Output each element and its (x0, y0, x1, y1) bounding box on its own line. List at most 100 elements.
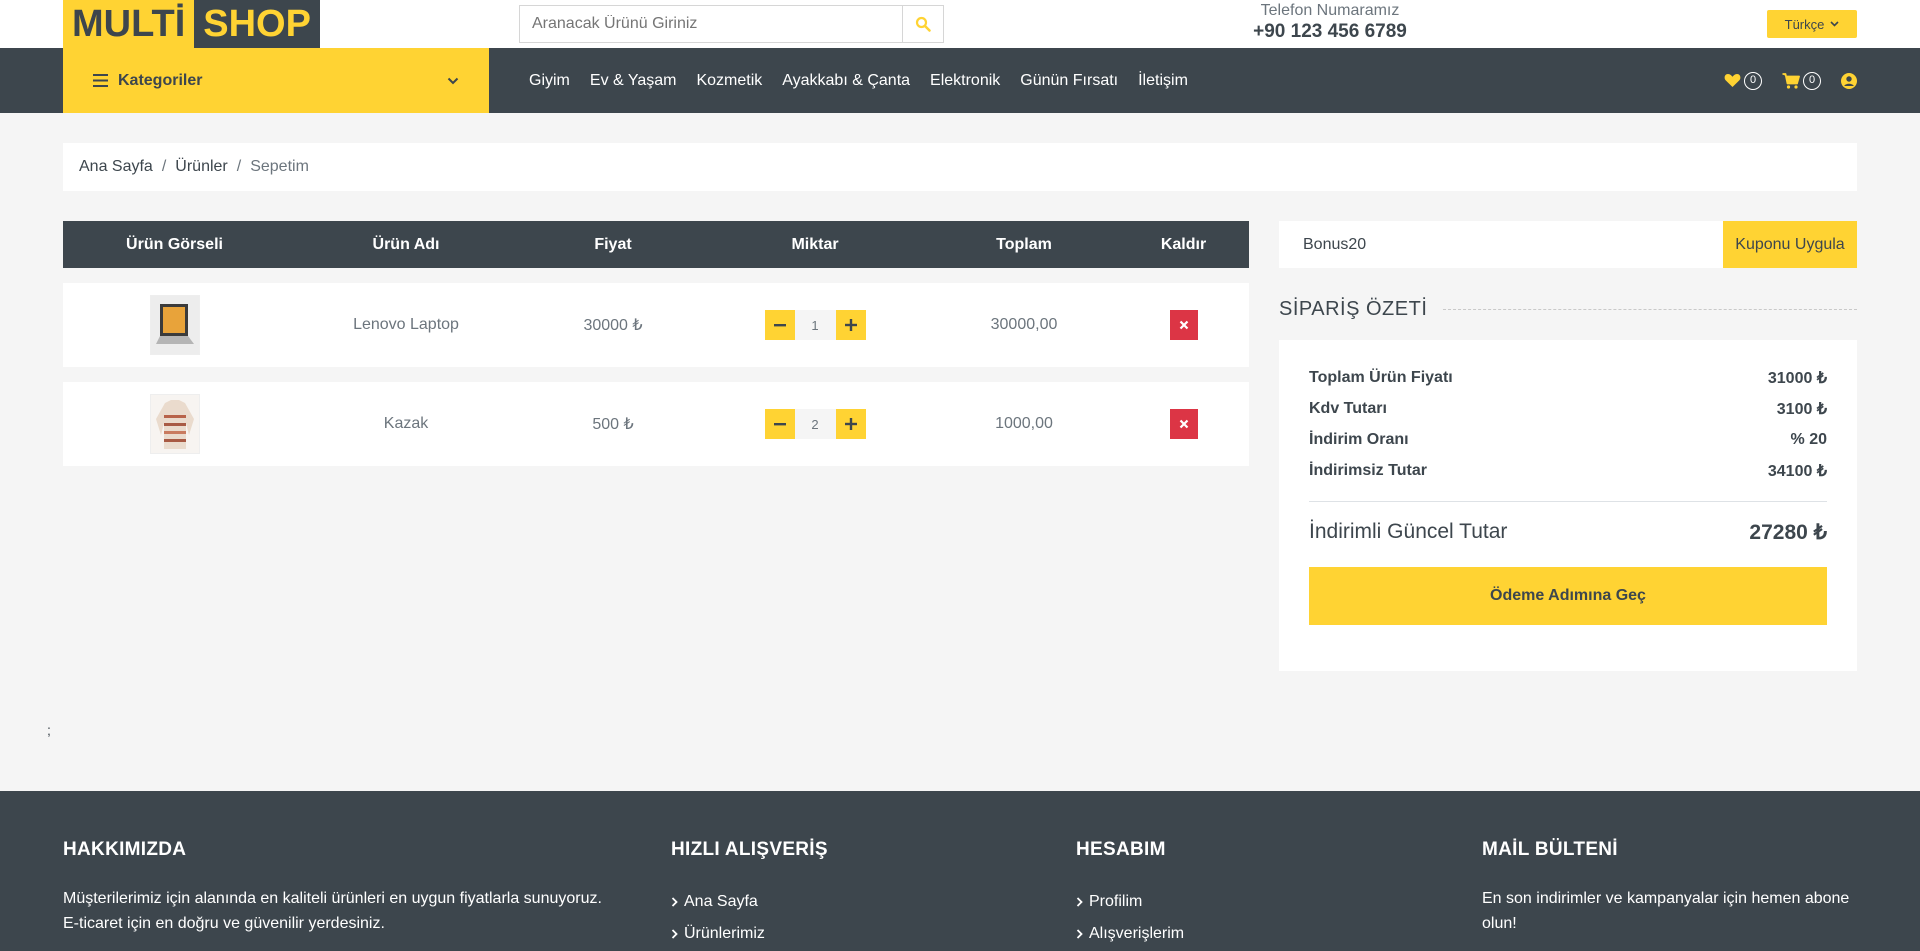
breadcrumb-separator: / (236, 158, 242, 175)
minus-icon (773, 324, 786, 327)
quantity-increase-button[interactable] (835, 409, 866, 439)
summary-value: 34100 ₺ (1767, 462, 1827, 480)
logo-part-shop: SHOP (194, 0, 320, 48)
total-value: 27280 ₺ (1749, 520, 1827, 544)
summary-value: 3100 ₺ (1776, 400, 1827, 418)
summary-value: % 20 (1790, 430, 1827, 448)
order-summary-heading: SİPARİŞ ÖZETİ (1279, 298, 1857, 321)
remove-item-button[interactable] (1169, 310, 1198, 340)
breadcrumb-home[interactable]: Ana Sayfa (79, 158, 153, 176)
quantity-increase-button[interactable] (835, 310, 866, 340)
divider (1443, 309, 1857, 310)
language-label: Türkçe (1784, 16, 1825, 32)
nav-link-kozmetik[interactable]: Kozmetik (696, 72, 762, 90)
footer-newsletter: MAİL BÜLTENİ En son indirimler ve kampan… (1482, 839, 1862, 936)
nav-links: Giyim Ev & Yaşam Kozmetik Ayakkabı & Çan… (529, 48, 1188, 113)
quantity-input[interactable]: 1 (794, 310, 836, 340)
quantity-stepper: 1 (700, 310, 930, 340)
footer-link-label: Alışverişlerim (1089, 925, 1185, 942)
remove-item-button[interactable] (1169, 409, 1198, 439)
phone-number: +90 123 456 6789 (1253, 21, 1407, 42)
header-quantity: Miktar (791, 235, 839, 253)
summary-total: İndirimli Güncel Tutar 27280 ₺ (1309, 512, 1827, 552)
footer-account: HESABIM Profilim Alışverişlerim (1076, 839, 1376, 950)
footer-quick-title: HIZLI ALIŞVERİŞ (671, 839, 828, 860)
row-total: 1000,00 (995, 415, 1053, 432)
breadcrumb: Ana Sayfa / Ürünler / Sepetim (63, 143, 1857, 191)
close-icon (1179, 419, 1188, 429)
footer-link-products[interactable]: Ürünlerimiz (671, 918, 971, 950)
quantity-stepper: 2 (700, 409, 930, 439)
wishlist-count-badge: 0 (1744, 71, 1762, 90)
apply-coupon-button[interactable]: Kuponu Uygula (1723, 221, 1857, 268)
quantity-input[interactable]: 2 (794, 409, 836, 439)
cart-button[interactable]: 0 (1782, 71, 1821, 90)
breadcrumb-current: Sepetim (250, 158, 309, 175)
footer-about-text: E-ticaret için en doğru ve güvenilir yer… (63, 915, 385, 932)
product-name[interactable]: Kazak (286, 415, 526, 433)
search-button[interactable] (902, 6, 943, 42)
summary-label: Kdv Tutarı (1309, 399, 1387, 417)
quantity-decrease-button[interactable] (764, 310, 795, 340)
summary-label: İndirim Oranı (1309, 430, 1409, 448)
search-input[interactable] (520, 6, 902, 42)
plus-icon (844, 418, 857, 430)
nav-link-giyim[interactable]: Giyim (529, 72, 570, 90)
summary-row: Toplam Ürün Fiyatı 31000 ₺ (1309, 362, 1827, 393)
chevron-right-icon (1076, 897, 1083, 907)
product-price: 30000 ₺ (583, 317, 643, 334)
footer-newsletter-title: MAİL BÜLTENİ (1482, 839, 1618, 860)
nav-bar: Kategoriler Giyim Ev & Yaşam Kozmetik Ay… (0, 48, 1920, 113)
summary-value: 31000 ₺ (1767, 369, 1827, 387)
user-circle-icon (1841, 72, 1857, 89)
plus-icon (844, 319, 857, 331)
footer-link-label: Ana Sayfa (684, 893, 758, 910)
account-button[interactable] (1841, 72, 1857, 89)
close-icon (1179, 320, 1188, 330)
footer-link-home[interactable]: Ana Sayfa (671, 886, 971, 918)
footer-newsletter-text: En son indirimler ve kampanyalar için he… (1482, 890, 1850, 907)
product-image-laptop[interactable] (149, 295, 200, 355)
footer: HAKKIMIZDA Müşterilerimiz için alanında … (0, 791, 1920, 951)
cart-count-badge: 0 (1803, 71, 1821, 90)
categories-toggle[interactable]: Kategoriler (63, 48, 489, 113)
footer-link-profile[interactable]: Profilim (1076, 886, 1376, 918)
product-price: 500 ₺ (592, 416, 634, 433)
search-icon (915, 16, 931, 32)
header-remove: Kaldır (1160, 235, 1207, 253)
footer-link-orders[interactable]: Alışverişlerim (1076, 918, 1376, 950)
product-image-sweater[interactable] (149, 394, 200, 454)
table-row: Kazak 500 ₺ 2 1000,00 (63, 382, 1249, 466)
nav-link-iletisim[interactable]: İletişim (1138, 72, 1188, 90)
footer-account-title: HESABIM (1076, 839, 1166, 860)
wishlist-button[interactable]: 0 (1724, 71, 1762, 90)
categories-label: Kategoriler (118, 71, 203, 89)
nav-icons: 0 0 (1724, 48, 1857, 113)
checkout-button[interactable]: Ödeme Adımına Geç (1309, 567, 1827, 625)
coupon-input[interactable] (1279, 221, 1723, 268)
nav-link-ayakkabi-canta[interactable]: Ayakkabı & Çanta (782, 72, 910, 90)
nav-link-elektronik[interactable]: Elektronik (930, 72, 1000, 90)
row-total: 30000,00 (990, 316, 1058, 333)
nav-link-ev-yasam[interactable]: Ev & Yaşam (590, 72, 677, 90)
quantity-decrease-button[interactable] (764, 409, 795, 439)
product-name[interactable]: Lenovo Laptop (286, 316, 526, 334)
logo[interactable]: MULTİ SHOP (63, 0, 320, 48)
summary-row: İndirim Oranı % 20 (1309, 424, 1827, 455)
phone-label: Telefon Numaramız (1260, 2, 1400, 19)
summary-row: İndirimsiz Tutar 34100 ₺ (1309, 455, 1827, 486)
top-bar: MULTİ SHOP Telefon Numaramız +90 123 456… (0, 0, 1920, 48)
chevron-right-icon (1076, 929, 1083, 939)
footer-quick-shop: HIZLI ALIŞVERİŞ Ana Sayfa Ürünlerimiz (671, 839, 971, 950)
menu-icon (93, 74, 108, 87)
breadcrumb-products[interactable]: Ürünler (175, 158, 227, 176)
header-product-image: Ürün Görseli (126, 235, 223, 253)
stray-text: ; (47, 722, 51, 738)
footer-link-label: Ürünlerimiz (684, 925, 765, 942)
summary-row: Kdv Tutarı 3100 ₺ (1309, 393, 1827, 424)
nav-link-gunun-firsati[interactable]: Günün Fırsatı (1020, 72, 1118, 90)
language-dropdown[interactable]: Türkçe (1767, 10, 1857, 38)
footer-about-text: Müşterilerimiz için alanında en kaliteli… (63, 890, 602, 907)
cart-table: Ürün Görseli Ürün Adı Fiyat Miktar Topla… (63, 221, 1249, 466)
chevron-down-icon (447, 77, 459, 84)
